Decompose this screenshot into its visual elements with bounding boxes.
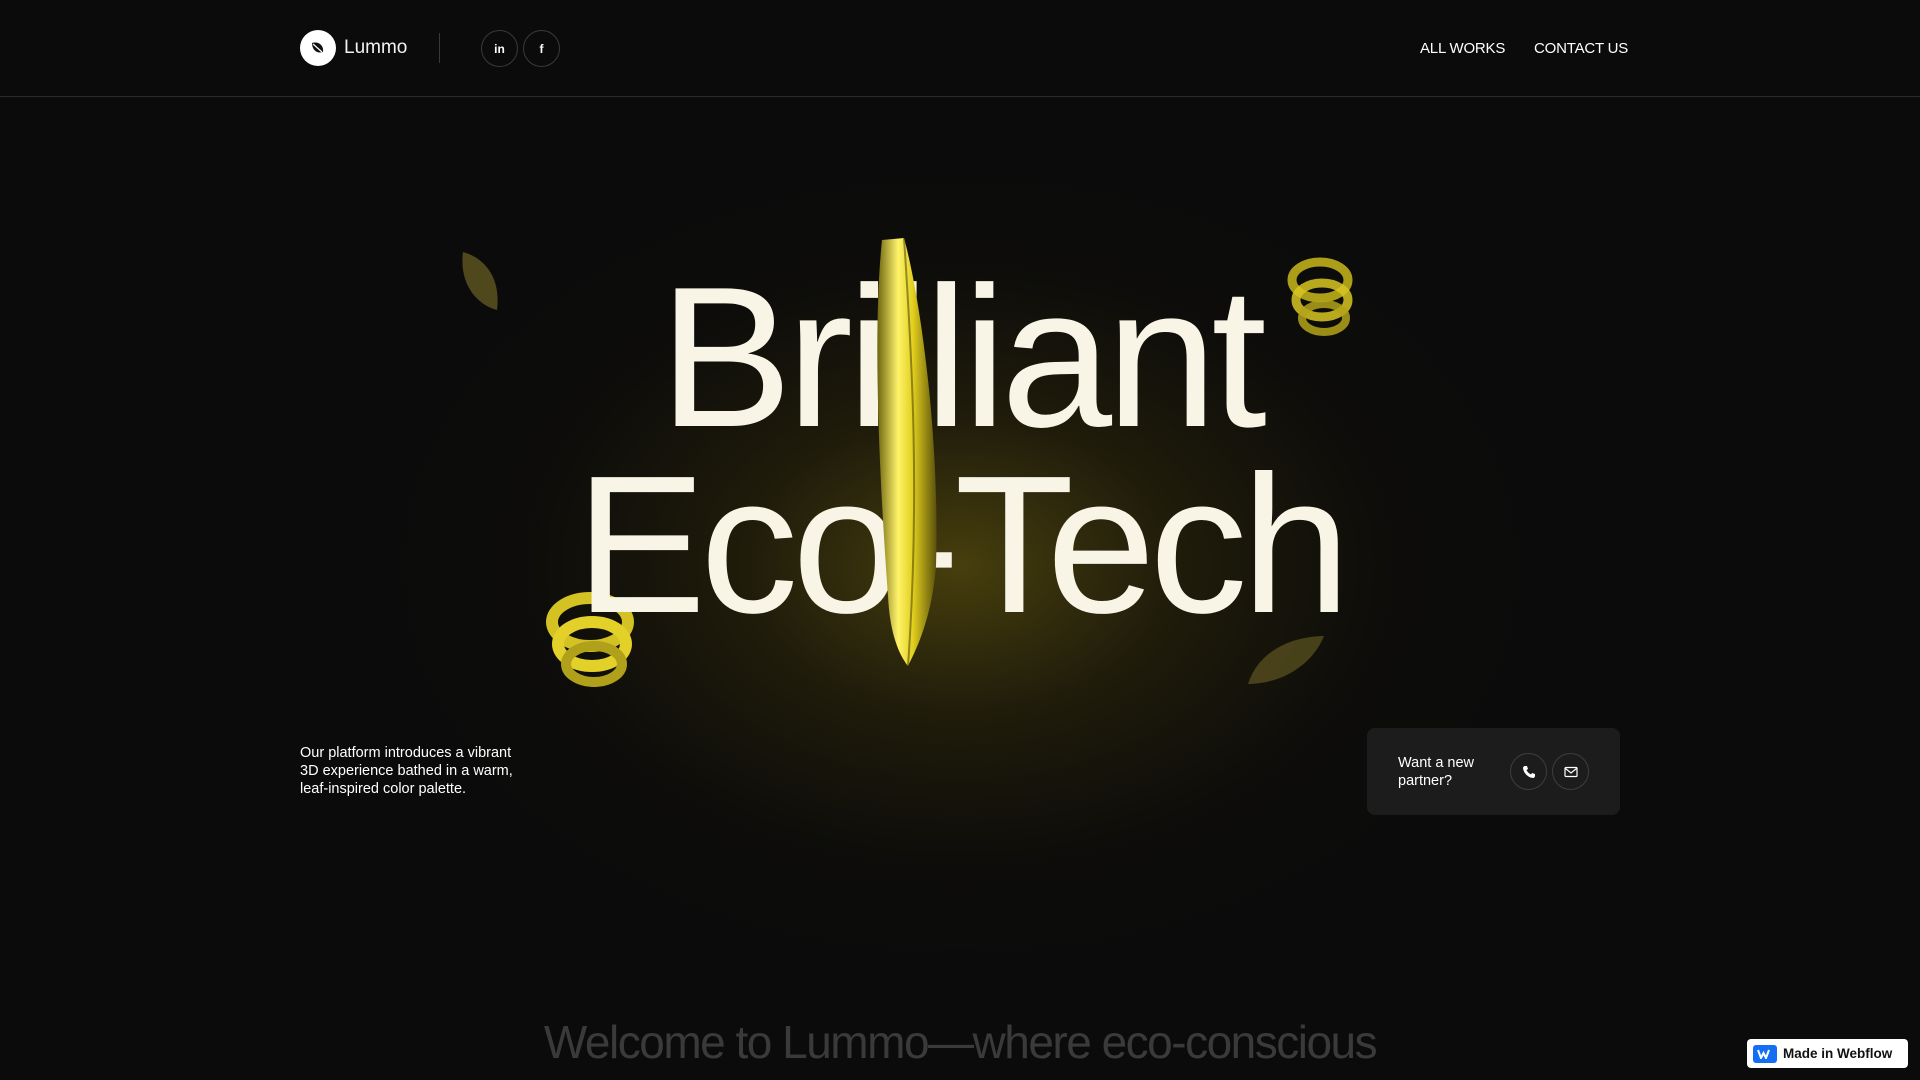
badge-label: Made in Webflow — [1783, 1046, 1893, 1061]
site-header: Lummo in f ALL WORKS CONTACT US — [0, 0, 1920, 97]
platform-description: Our platform introduces a vibrant 3D exp… — [300, 745, 513, 797]
facebook-icon[interactable]: f — [523, 30, 560, 67]
linkedin-icon[interactable]: in — [481, 30, 518, 67]
hero-title-line-1: Brilliant — [659, 246, 1267, 469]
mail-button[interactable] — [1552, 753, 1589, 790]
made-in-webflow-badge[interactable]: Made in Webflow — [1747, 1039, 1908, 1068]
phone-button[interactable] — [1510, 753, 1547, 790]
phone-icon — [1522, 765, 1535, 778]
leaf-logo-icon — [300, 30, 336, 66]
partner-card-text: Want a new partner? — [1398, 755, 1475, 789]
brand-name: Lummo — [344, 37, 408, 58]
nav-all-works[interactable]: ALL WORKS — [1420, 40, 1505, 57]
logo-link[interactable]: Lummo — [300, 30, 407, 66]
welcome-heading: Welcome to Lummo—where eco-conscious — [543, 1016, 1378, 1068]
webflow-logo-icon — [1753, 1044, 1777, 1063]
mail-icon — [1563, 766, 1578, 777]
leaf-3d-icon — [877, 237, 937, 667]
hero-title-line-2: Eco-Tech — [575, 435, 1350, 654]
partner-card: Want a new partner? — [1367, 728, 1620, 815]
nav-contact-us[interactable]: CONTACT US — [1534, 40, 1628, 57]
header-divider — [439, 33, 440, 63]
